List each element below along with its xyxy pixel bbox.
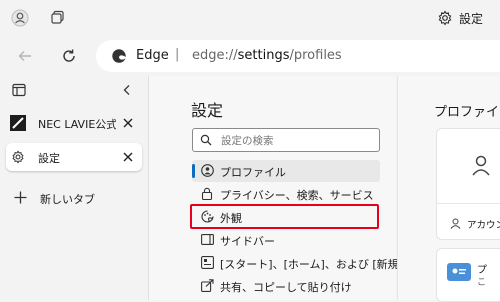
nav-privacy[interactable]: プライバシー、検索、サービス (192, 183, 380, 205)
selected-indicator (192, 164, 195, 178)
collapse-pane-icon[interactable] (118, 81, 136, 99)
profile-icon[interactable] (10, 8, 30, 28)
highlight-annotation-box (190, 204, 379, 229)
profile-icon (200, 163, 214, 177)
url-bold: settings (237, 48, 290, 63)
nec-favicon-icon (10, 115, 26, 131)
back-icon[interactable] (14, 45, 36, 67)
plus-icon[interactable] (12, 189, 28, 205)
settings-tab-label[interactable]: 設定 (459, 10, 483, 27)
search-icon (199, 133, 213, 147)
refresh-icon[interactable] (58, 45, 80, 67)
sidebar-icon (200, 232, 214, 246)
sync-card: プ こ (436, 248, 500, 302)
home-icon (200, 255, 214, 269)
account-icon (449, 217, 461, 229)
nav-label: サイドバー (220, 235, 275, 248)
url-suffix: /profiles (289, 48, 342, 63)
gear-icon (10, 149, 26, 165)
person-icon (469, 153, 493, 177)
card-divider (437, 203, 500, 204)
share-icon (200, 278, 214, 292)
nav-sidebar[interactable]: サイドバー (192, 229, 380, 251)
card-text: こ (477, 278, 487, 288)
page-title: 設定 (191, 101, 224, 120)
search-placeholder: 設定の検索 (221, 135, 274, 147)
close-tab-icon[interactable] (120, 115, 136, 131)
close-tab-icon[interactable] (120, 149, 136, 165)
new-tab-button[interactable]: 新しいタブ (40, 191, 95, 207)
profile-card: アカウン (436, 128, 500, 240)
nav-start-home-newtab[interactable]: [スタート]、[ホーム]、および [新規] タブ (192, 252, 428, 274)
profile-pane-title: プロファイル (434, 105, 500, 120)
title-bar (0, 0, 500, 36)
gear-icon[interactable] (436, 8, 454, 28)
account-label[interactable]: アカウン (467, 217, 500, 231)
url-text[interactable]: edge://settings/profiles (192, 48, 342, 63)
tab-nec-lavie[interactable]: NEC LAVIE公式 (6, 109, 142, 137)
nav-label: 共有、コピーして貼り付け (220, 281, 352, 294)
nav-label: プロファイル (220, 166, 286, 179)
card-title: プ (477, 265, 487, 276)
tab-label: NEC LAVIE公式 (38, 118, 116, 131)
tab-label: 設定 (38, 152, 60, 165)
url-prefix: edge:// (192, 48, 238, 63)
tab-actions-icon[interactable] (10, 81, 28, 99)
nav-share-copy-paste[interactable]: 共有、コピーして貼り付け (192, 275, 380, 297)
workspaces-icon[interactable] (48, 8, 68, 28)
nav-label: プライバシー、検索、サービス (220, 189, 374, 202)
edge-logo-icon (110, 47, 128, 65)
tab-settings[interactable]: 設定 (6, 143, 142, 171)
nav-profiles[interactable]: プロファイル (192, 160, 380, 182)
search-input[interactable]: 設定の検索 (192, 128, 380, 152)
site-name: Edge (136, 48, 169, 63)
url-separator: | (175, 47, 180, 62)
sync-illustration-icon (447, 263, 471, 281)
lock-icon (200, 186, 214, 200)
